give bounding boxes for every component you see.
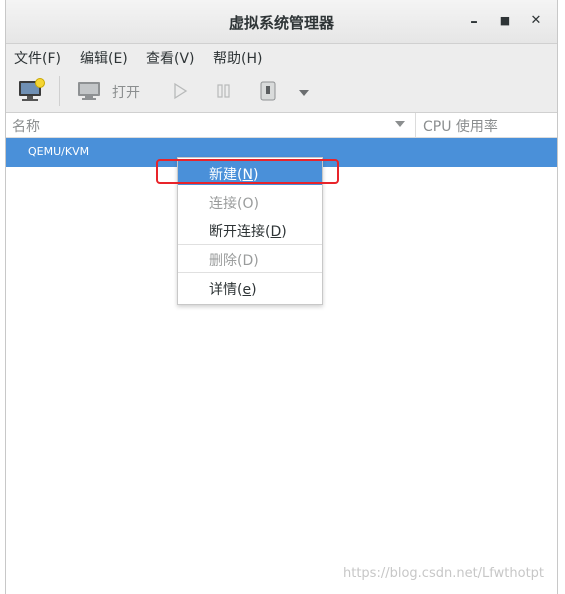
- title-bar[interactable]: 虚拟系统管理器 – ■ ✕: [6, 0, 557, 44]
- menu-edit[interactable]: 编辑(E): [80, 48, 128, 68]
- watermark-text: https://blog.csdn.net/Lfwthotpt: [343, 566, 545, 581]
- menu-separator: [178, 272, 322, 273]
- monitor-icon: [78, 82, 100, 100]
- pause-button[interactable]: [214, 81, 234, 101]
- menu-item-label: 断开连接: [209, 224, 265, 240]
- run-button[interactable]: [170, 81, 190, 101]
- virt-manager-window: 虚拟系统管理器 – ■ ✕ 文件(F) 编辑(E) 查看(V) 帮助(H) 打开…: [5, 0, 558, 594]
- maximize-button[interactable]: ■: [495, 11, 515, 31]
- new-vm-icon: [19, 78, 45, 101]
- menu-item-label: 连接: [209, 196, 237, 212]
- menu-view[interactable]: 查看(V): [146, 48, 195, 68]
- column-cpu-header[interactable]: CPU 使用率: [423, 116, 498, 136]
- play-icon: [174, 82, 188, 100]
- menu-item-mnemonic: D: [242, 253, 254, 269]
- toolbar: 打开: [6, 70, 557, 113]
- menu-item-label: 删除: [209, 253, 237, 269]
- shutdown-dropdown[interactable]: [297, 86, 311, 96]
- menu-item-mnemonic: D: [270, 224, 282, 240]
- menu-help[interactable]: 帮助(H): [213, 48, 262, 68]
- context-menu-delete[interactable]: 删除(D): [178, 245, 322, 271]
- pause-icon: [217, 84, 230, 98]
- menu-item-label: 详情: [209, 282, 237, 298]
- new-vm-button[interactable]: [16, 77, 46, 105]
- column-name-header[interactable]: 名称: [12, 116, 40, 136]
- connection-label: QEMU/KVM: [28, 145, 90, 158]
- menu-item-mnemonic: O: [242, 196, 254, 212]
- open-button-label[interactable]: 打开: [112, 82, 140, 102]
- menu-file[interactable]: 文件(F): [14, 48, 61, 68]
- menu-bar: 文件(F) 编辑(E) 查看(V) 帮助(H): [6, 44, 557, 70]
- minimize-button[interactable]: –: [464, 11, 484, 31]
- chevron-down-icon: [299, 90, 309, 96]
- toolbar-separator: [59, 76, 60, 106]
- power-icon: [260, 81, 276, 101]
- maximize-icon: ■: [499, 14, 511, 27]
- context-menu-connect[interactable]: 连接(O): [178, 188, 322, 214]
- context-menu-details[interactable]: 详情(e): [178, 274, 322, 300]
- close-button[interactable]: ✕: [526, 11, 546, 31]
- sort-down-icon[interactable]: [395, 121, 405, 127]
- menu-item-mnemonic: e: [242, 282, 252, 298]
- minimize-icon: –: [470, 12, 478, 30]
- column-divider: [415, 113, 416, 137]
- list-header: 名称 CPU 使用率: [6, 113, 557, 138]
- context-menu-disconnect[interactable]: 断开连接(D): [178, 216, 322, 242]
- close-icon: ✕: [530, 13, 542, 28]
- shutdown-button[interactable]: [258, 80, 278, 102]
- open-console-button[interactable]: [76, 78, 106, 104]
- annotation-highlight-box: [156, 159, 339, 184]
